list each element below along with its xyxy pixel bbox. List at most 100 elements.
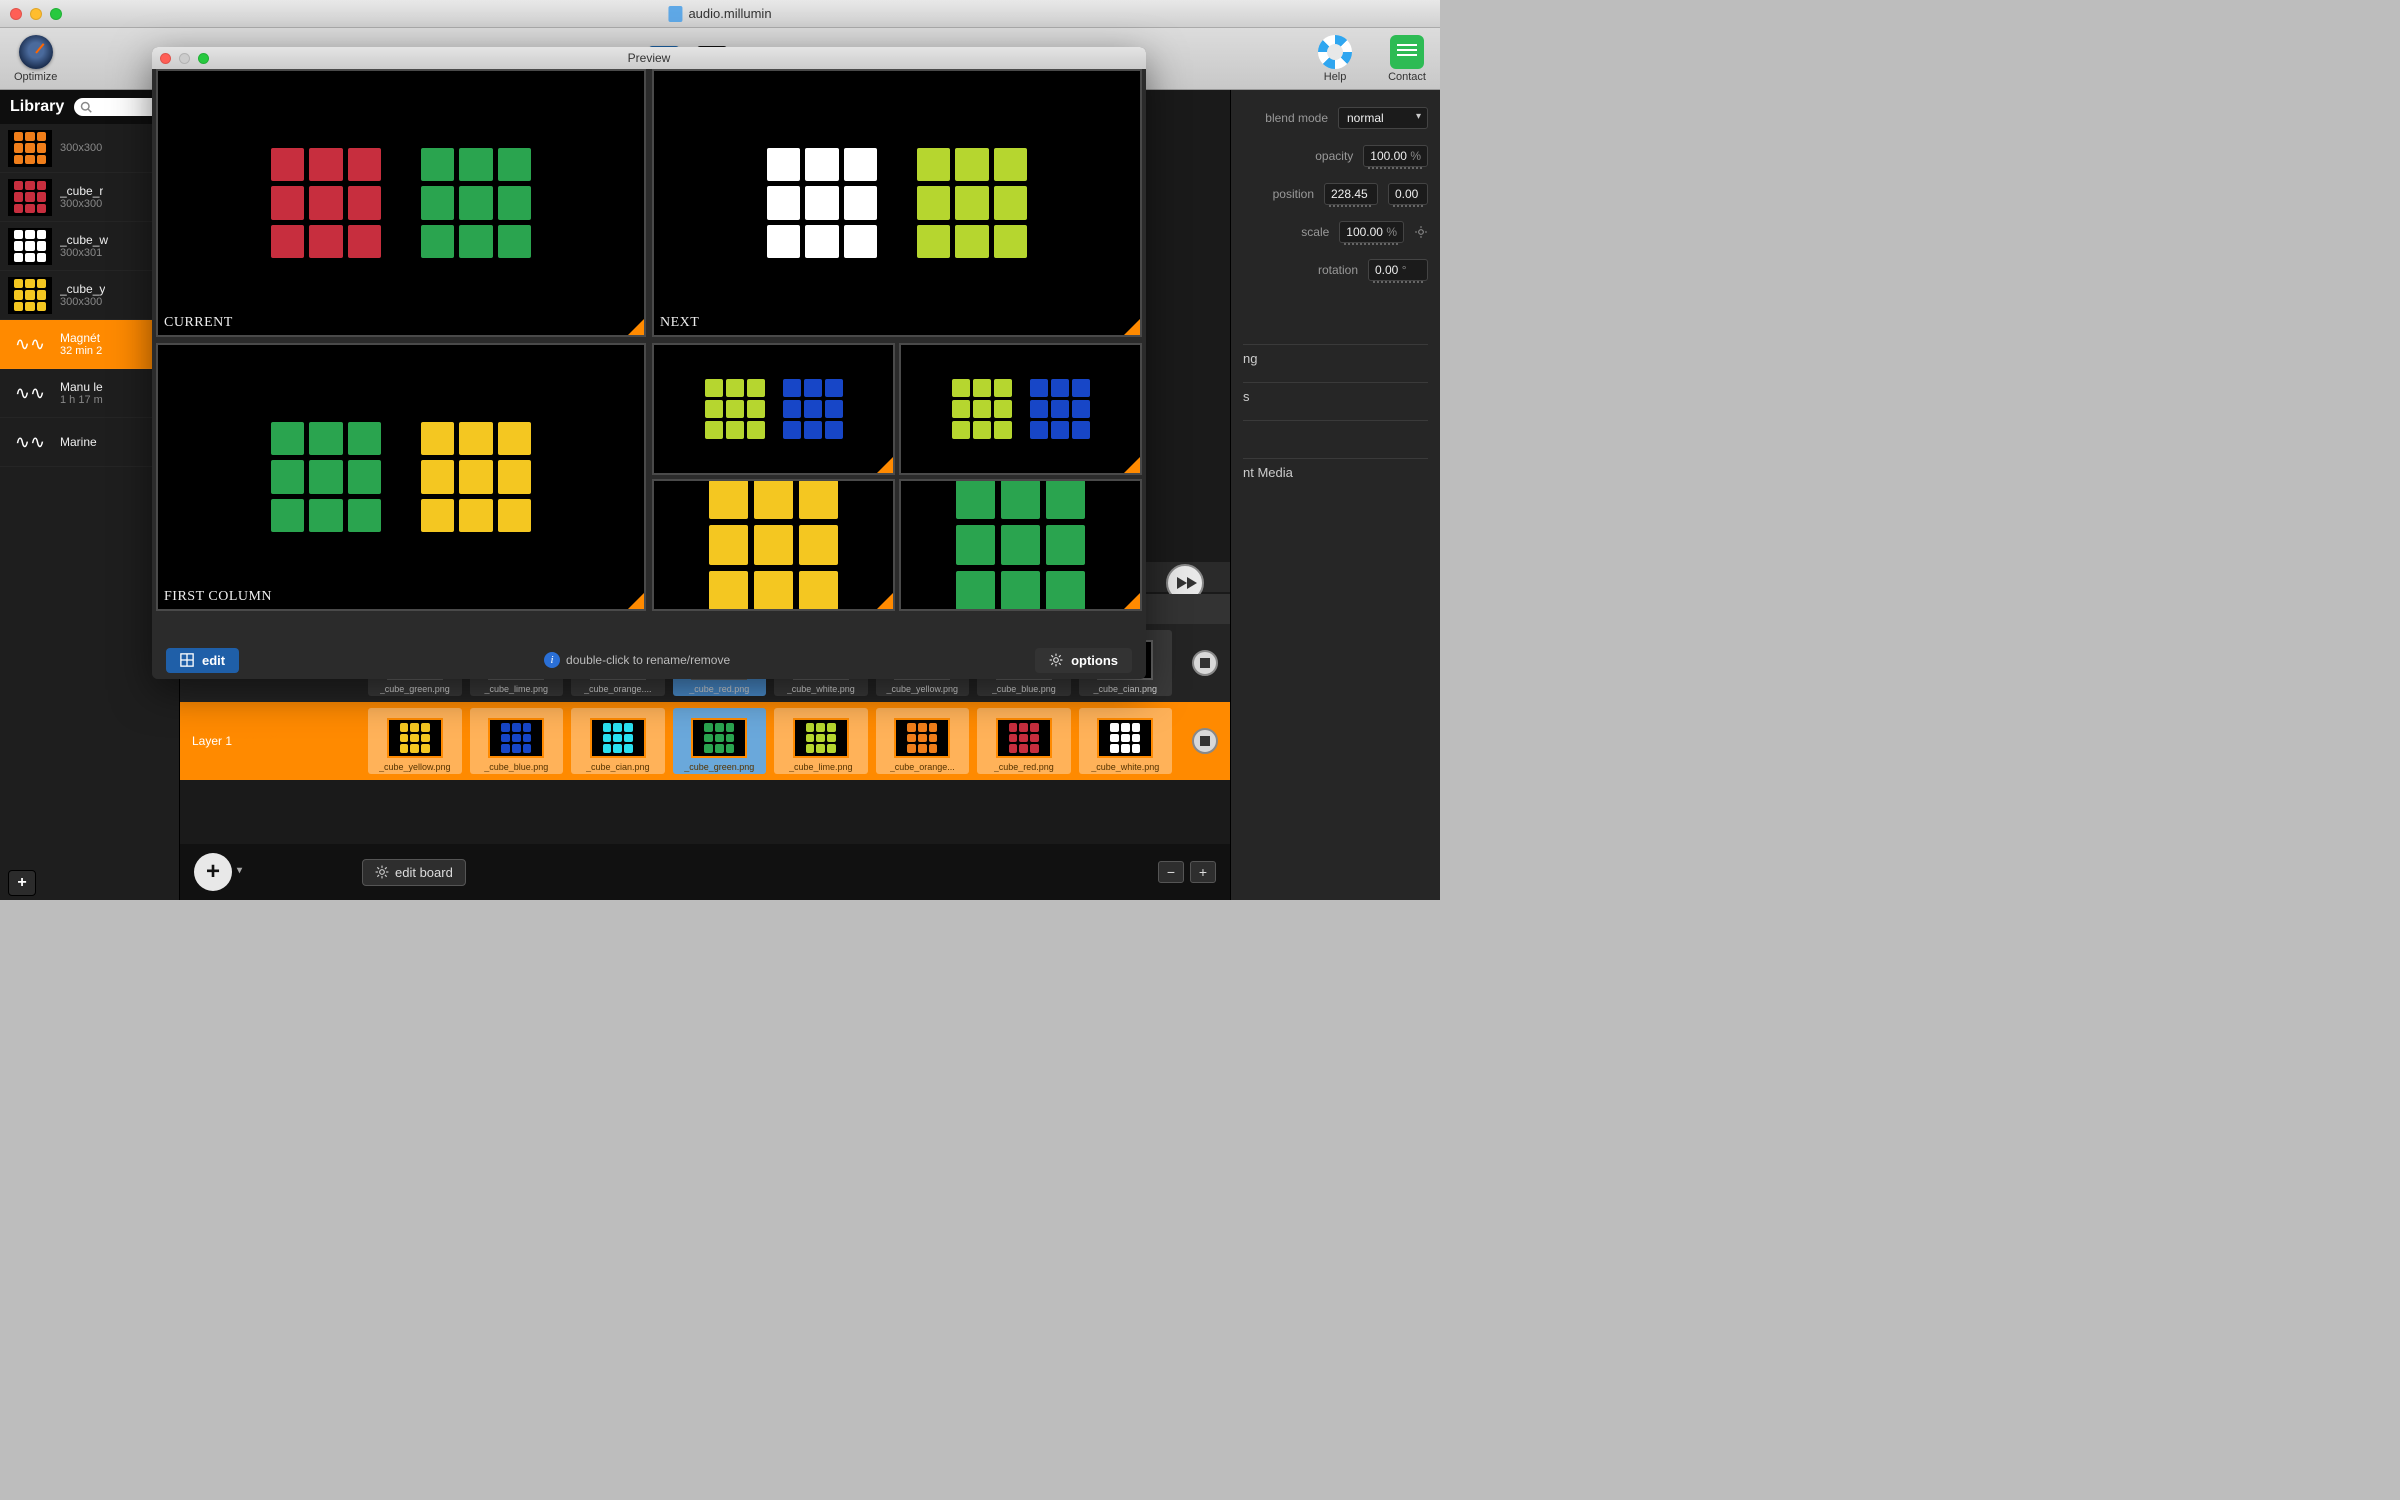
layer-1-stop-button[interactable] xyxy=(1192,728,1218,754)
library-item-sub: 300x300 xyxy=(60,142,102,154)
clip[interactable]: _cube_red.png xyxy=(977,708,1071,774)
preview-edit-label: edit xyxy=(202,653,225,668)
library-item-name: Magnét xyxy=(60,331,102,345)
grid-icon xyxy=(180,653,194,667)
clip-thumb xyxy=(387,718,443,758)
preview-titlebar[interactable]: Preview xyxy=(152,47,1146,69)
preview-close-button[interactable] xyxy=(160,53,171,64)
window-controls xyxy=(10,8,62,20)
search-icon xyxy=(80,101,92,113)
clip-label: _cube_cian.png xyxy=(1093,684,1157,694)
file-icon xyxy=(668,6,682,22)
gear-icon[interactable] xyxy=(1414,225,1428,239)
clip-label: _cube_lime.png xyxy=(484,684,548,694)
preview-slot[interactable] xyxy=(652,479,895,611)
prop-section[interactable]: s xyxy=(1243,382,1428,410)
preview-next[interactable]: NEXT xyxy=(652,69,1142,337)
optimize-button[interactable]: Optimize xyxy=(14,35,57,83)
library-thumb xyxy=(8,277,52,314)
scale-field[interactable]: 100.00 % xyxy=(1339,221,1404,243)
rotation-field[interactable]: 0.00 ° xyxy=(1368,259,1428,281)
position-y-field[interactable]: 0.00 xyxy=(1388,183,1428,205)
blend-mode-select[interactable]: normal xyxy=(1338,107,1428,129)
help-button[interactable]: Help xyxy=(1318,35,1352,83)
clip[interactable]: _cube_orange... xyxy=(876,708,970,774)
clip-thumb xyxy=(1097,718,1153,758)
clip[interactable]: _cube_cian.png xyxy=(571,708,665,774)
zoom-in-button[interactable]: + xyxy=(1190,861,1216,883)
edit-board-button[interactable]: edit board xyxy=(362,859,466,886)
lifering-icon xyxy=(1318,35,1352,69)
preview-title: Preview xyxy=(628,51,671,65)
corner-indicator-icon xyxy=(1124,593,1140,609)
help-label: Help xyxy=(1324,71,1347,83)
library-item-name: Marine xyxy=(60,435,97,449)
clip-label: _cube_red.png xyxy=(994,762,1054,772)
preview-slot[interactable] xyxy=(899,479,1142,611)
layer-2-stop-button[interactable] xyxy=(1192,650,1218,676)
clip-label: _cube_green.png xyxy=(380,684,450,694)
opacity-field[interactable]: 100.00 % xyxy=(1363,145,1428,167)
window-title-text: audio.millumin xyxy=(688,6,771,21)
library-add-button[interactable]: + xyxy=(8,870,36,896)
layer-1-header[interactable]: Layer 1 xyxy=(180,733,360,749)
clip-label: _cube_orange.... xyxy=(584,684,652,694)
prop-section[interactable]: ng xyxy=(1243,344,1428,372)
preview-next-caption: NEXT xyxy=(660,315,699,331)
bottom-bar: + edit board − + xyxy=(180,844,1230,900)
preview-slot[interactable] xyxy=(652,343,895,475)
preview-zoom-button[interactable] xyxy=(198,53,209,64)
clip[interactable]: _cube_green.png xyxy=(673,708,767,774)
info-icon: i xyxy=(544,652,560,668)
library-thumb xyxy=(8,130,52,167)
preview-current[interactable]: CURRENT xyxy=(156,69,646,337)
add-layer-button[interactable]: + xyxy=(194,853,232,891)
contact-label: Contact xyxy=(1388,71,1426,83)
close-button[interactable] xyxy=(10,8,22,20)
clip-label: _cube_red.png xyxy=(689,684,749,694)
edit-board-label: edit board xyxy=(395,865,453,880)
preview-options-button[interactable]: options xyxy=(1035,648,1132,673)
preview-minimize-button[interactable] xyxy=(179,53,190,64)
clip[interactable]: _cube_yellow.png xyxy=(368,708,462,774)
corner-indicator-icon xyxy=(877,457,893,473)
clip[interactable]: _cube_white.png xyxy=(1079,708,1173,774)
preview-window: Preview CURRENT NEXT FIRS xyxy=(152,47,1146,679)
zoom-out-button[interactable]: − xyxy=(1158,861,1184,883)
blend-mode-label: blend mode xyxy=(1265,111,1328,125)
library-title: Library xyxy=(10,98,64,116)
waveform-icon: ∿∿ xyxy=(8,334,52,355)
clip-label: _cube_white.png xyxy=(787,684,855,694)
lock-icon[interactable] xyxy=(268,734,280,748)
eye-icon[interactable] xyxy=(242,733,258,749)
preview-first-column[interactable]: FIRST COLUMN xyxy=(156,343,646,611)
clip-thumb xyxy=(691,718,747,758)
prop-section[interactable] xyxy=(1243,420,1428,448)
position-x-field[interactable]: 228.45 xyxy=(1324,183,1378,205)
corner-indicator-icon xyxy=(1124,319,1140,335)
layer-1-name: Layer 1 xyxy=(192,734,232,748)
preview-edit-button[interactable]: edit xyxy=(166,648,239,673)
minimize-button[interactable] xyxy=(30,8,42,20)
contact-button[interactable]: Contact xyxy=(1388,35,1426,83)
library-thumb xyxy=(8,228,52,265)
clip-label: _cube_yellow.png xyxy=(379,762,451,772)
corner-indicator-icon xyxy=(628,319,644,335)
layer-row-1: Layer 1 _cube_yellow.png _cube_blue.png _c… xyxy=(180,702,1230,780)
rotation-label: rotation xyxy=(1318,263,1358,277)
preview-current-caption: CURRENT xyxy=(164,315,233,331)
preview-slot[interactable] xyxy=(899,343,1142,475)
clip-label: _cube_blue.png xyxy=(484,762,548,772)
clip-label: _cube_cian.png xyxy=(586,762,650,772)
preview-hint: i double-click to rename/remove xyxy=(249,652,1025,668)
window-title: audio.millumin xyxy=(668,6,771,22)
clip[interactable]: _cube_lime.png xyxy=(774,708,868,774)
scale-label: scale xyxy=(1301,225,1329,239)
clip-thumb xyxy=(996,718,1052,758)
preview-options-label: options xyxy=(1071,653,1118,668)
prop-section[interactable]: nt Media xyxy=(1243,458,1428,486)
gauge-icon xyxy=(19,35,53,69)
zoom-button[interactable] xyxy=(50,8,62,20)
optimize-label: Optimize xyxy=(14,71,57,83)
clip[interactable]: _cube_blue.png xyxy=(470,708,564,774)
